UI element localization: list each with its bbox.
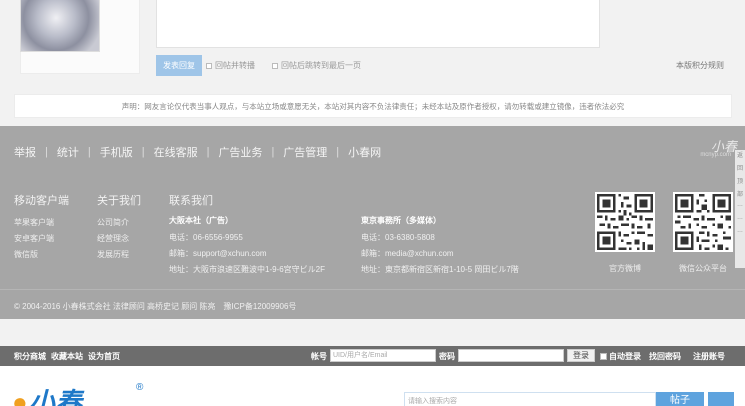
copyright: © 2004-2016 小春株式会社 法律顾问 高桥史记 顾问 陈亮 豫ICP备… (14, 302, 297, 311)
nav-separator: | (45, 146, 48, 158)
side-tab[interactable]: 返 (735, 150, 745, 163)
side-tab[interactable]: … (735, 202, 745, 215)
password-label: 密码 (439, 352, 455, 361)
about-column-title: 关于我们 (97, 195, 141, 207)
footer-link-ad-manage[interactable]: 广告管理 (283, 144, 327, 160)
history-link[interactable]: 发展历程 (97, 249, 129, 260)
auto-login-checkbox[interactable] (600, 353, 607, 360)
search-scope-button[interactable]: 帖子 (656, 392, 704, 406)
osaka-address: 地址：大阪市浪速区難波中1-9-6宮守ビル2F (169, 265, 326, 274)
side-tab[interactable]: … (735, 215, 745, 228)
ios-client-link[interactable]: 苹果客户端 (14, 217, 54, 228)
forward-option-label: 回帖并转播 (215, 61, 255, 70)
nav-separator: | (206, 146, 210, 158)
auto-login-option[interactable]: 自动登录 (600, 351, 641, 362)
tokyo-office-title: 東京事務所（多媒体） (361, 216, 441, 225)
reply-area: 发表回复 回帖并转播 回帖后跳转到最后一页 本版积分规则 声明：网友言论仅代表当… (0, 0, 745, 126)
footer-logo-domain: mcnyp.com (700, 152, 731, 158)
account-label: 帐号 (311, 352, 327, 361)
android-client-link[interactable]: 安卓客户端 (14, 233, 54, 244)
footer-link-mobile[interactable]: 手机版 (100, 144, 133, 160)
side-tab[interactable]: 部 (735, 189, 745, 202)
forgot-password-link[interactable]: 找回密码 (649, 351, 681, 362)
nav-separator: | (141, 146, 145, 158)
tokyo-phone: 电话：03-6380-5808 (361, 233, 435, 242)
logo-mark-icon: ● (12, 387, 29, 406)
site-header: ●小春 ® 请输入搜索内容 帖子 (0, 366, 745, 406)
footer-divider (0, 289, 745, 290)
philosophy-link[interactable]: 经营理念 (97, 233, 129, 244)
mobile-column-title: 移动客户端 (14, 195, 69, 207)
login-button[interactable]: 登录 (567, 349, 595, 362)
password-input[interactable] (458, 349, 564, 362)
side-toolbar[interactable]: 返 回 顶 部 … … … (735, 150, 745, 268)
login-bar: 积分商城 收藏本站 设为首页 帐号 UID/用户名/Email 密码 登录 自动… (0, 346, 745, 366)
bookmark-link[interactable]: 收藏本站 (51, 351, 83, 362)
footer-logo: 小春 mcnyp.com (700, 136, 737, 158)
weibo-qr-code (595, 192, 655, 252)
submit-reply-button[interactable]: 发表回复 (156, 55, 202, 76)
set-homepage-link[interactable]: 设为首页 (88, 351, 120, 362)
nav-separator: | (87, 146, 91, 158)
points-mall-link[interactable]: 积分商城 (14, 351, 46, 362)
footer-link-support[interactable]: 在线客服 (154, 144, 198, 160)
side-tab[interactable]: 回 (735, 163, 745, 176)
page-gap (0, 319, 745, 346)
tokyo-address: 地址：東京都新宿区新宿1-10-5 岡田ビル7階 (361, 265, 519, 274)
jump-last-option-label: 回帖后跳转到最后一页 (281, 61, 361, 70)
side-tab[interactable]: … (735, 228, 745, 241)
osaka-email: 邮箱：support@xchun.com (169, 249, 267, 258)
osaka-phone: 电话：06-6556-9955 (169, 233, 243, 242)
footer-link-stats[interactable]: 统计 (57, 144, 79, 160)
forward-checkbox[interactable] (206, 62, 212, 69)
quick-links: 积分商城 收藏本站 设为首页 (14, 351, 120, 362)
forward-option[interactable]: 回帖并转播 (206, 60, 255, 71)
osaka-office-title: 大阪本社（广告） (169, 216, 233, 225)
wechat-qr-label: 微信公众平台 (679, 264, 727, 273)
jump-last-checkbox[interactable] (272, 62, 278, 69)
wechat-qr-code (673, 192, 733, 252)
contact-column-title: 联系我们 (169, 195, 213, 207)
auto-login-label: 自动登录 (609, 352, 641, 361)
wechat-version-link[interactable]: 微信版 (14, 249, 38, 260)
footer-link-home[interactable]: 小春网 (348, 144, 381, 160)
tokyo-email: 邮箱：media@xchun.com (361, 249, 454, 258)
weibo-qr-label: 官方微博 (609, 264, 641, 273)
registered-mark: ® (136, 382, 145, 393)
register-link[interactable]: 注册账号 (693, 351, 725, 362)
nav-separator: | (336, 146, 340, 158)
footer-nav: 举报 | 统计 | 手机版 | 在线客服 | 广告业务 | 广告管理 | 小春网 (14, 144, 381, 160)
points-rules-link[interactable]: 本版积分规则 (676, 60, 724, 71)
account-input[interactable]: UID/用户名/Email (330, 349, 436, 362)
search-icon[interactable] (708, 392, 734, 406)
disclaimer: 声明：网友言论仅代表当事人观点，与本站立场或意愿无关，本站对其内容不负法律责任；… (14, 94, 732, 118)
footer-link-report[interactable]: 举报 (14, 144, 36, 160)
jump-last-option[interactable]: 回帖后跳转到最后一页 (272, 60, 361, 71)
logo-text: 小春 (28, 387, 83, 406)
site-logo[interactable]: ●小春 ® (12, 382, 143, 406)
site-footer: 举报 | 统计 | 手机版 | 在线客服 | 广告业务 | 广告管理 | 小春网 小春 mc… (0, 126, 745, 319)
footer-link-ads[interactable]: 广告业务 (218, 144, 262, 160)
side-tab[interactable]: 顶 (735, 176, 745, 189)
nav-separator: | (271, 146, 275, 158)
avatar[interactable] (20, 0, 100, 52)
reply-textarea[interactable] (156, 0, 600, 48)
company-intro-link[interactable]: 公司简介 (97, 217, 129, 228)
search-input[interactable]: 请输入搜索内容 (404, 392, 656, 406)
